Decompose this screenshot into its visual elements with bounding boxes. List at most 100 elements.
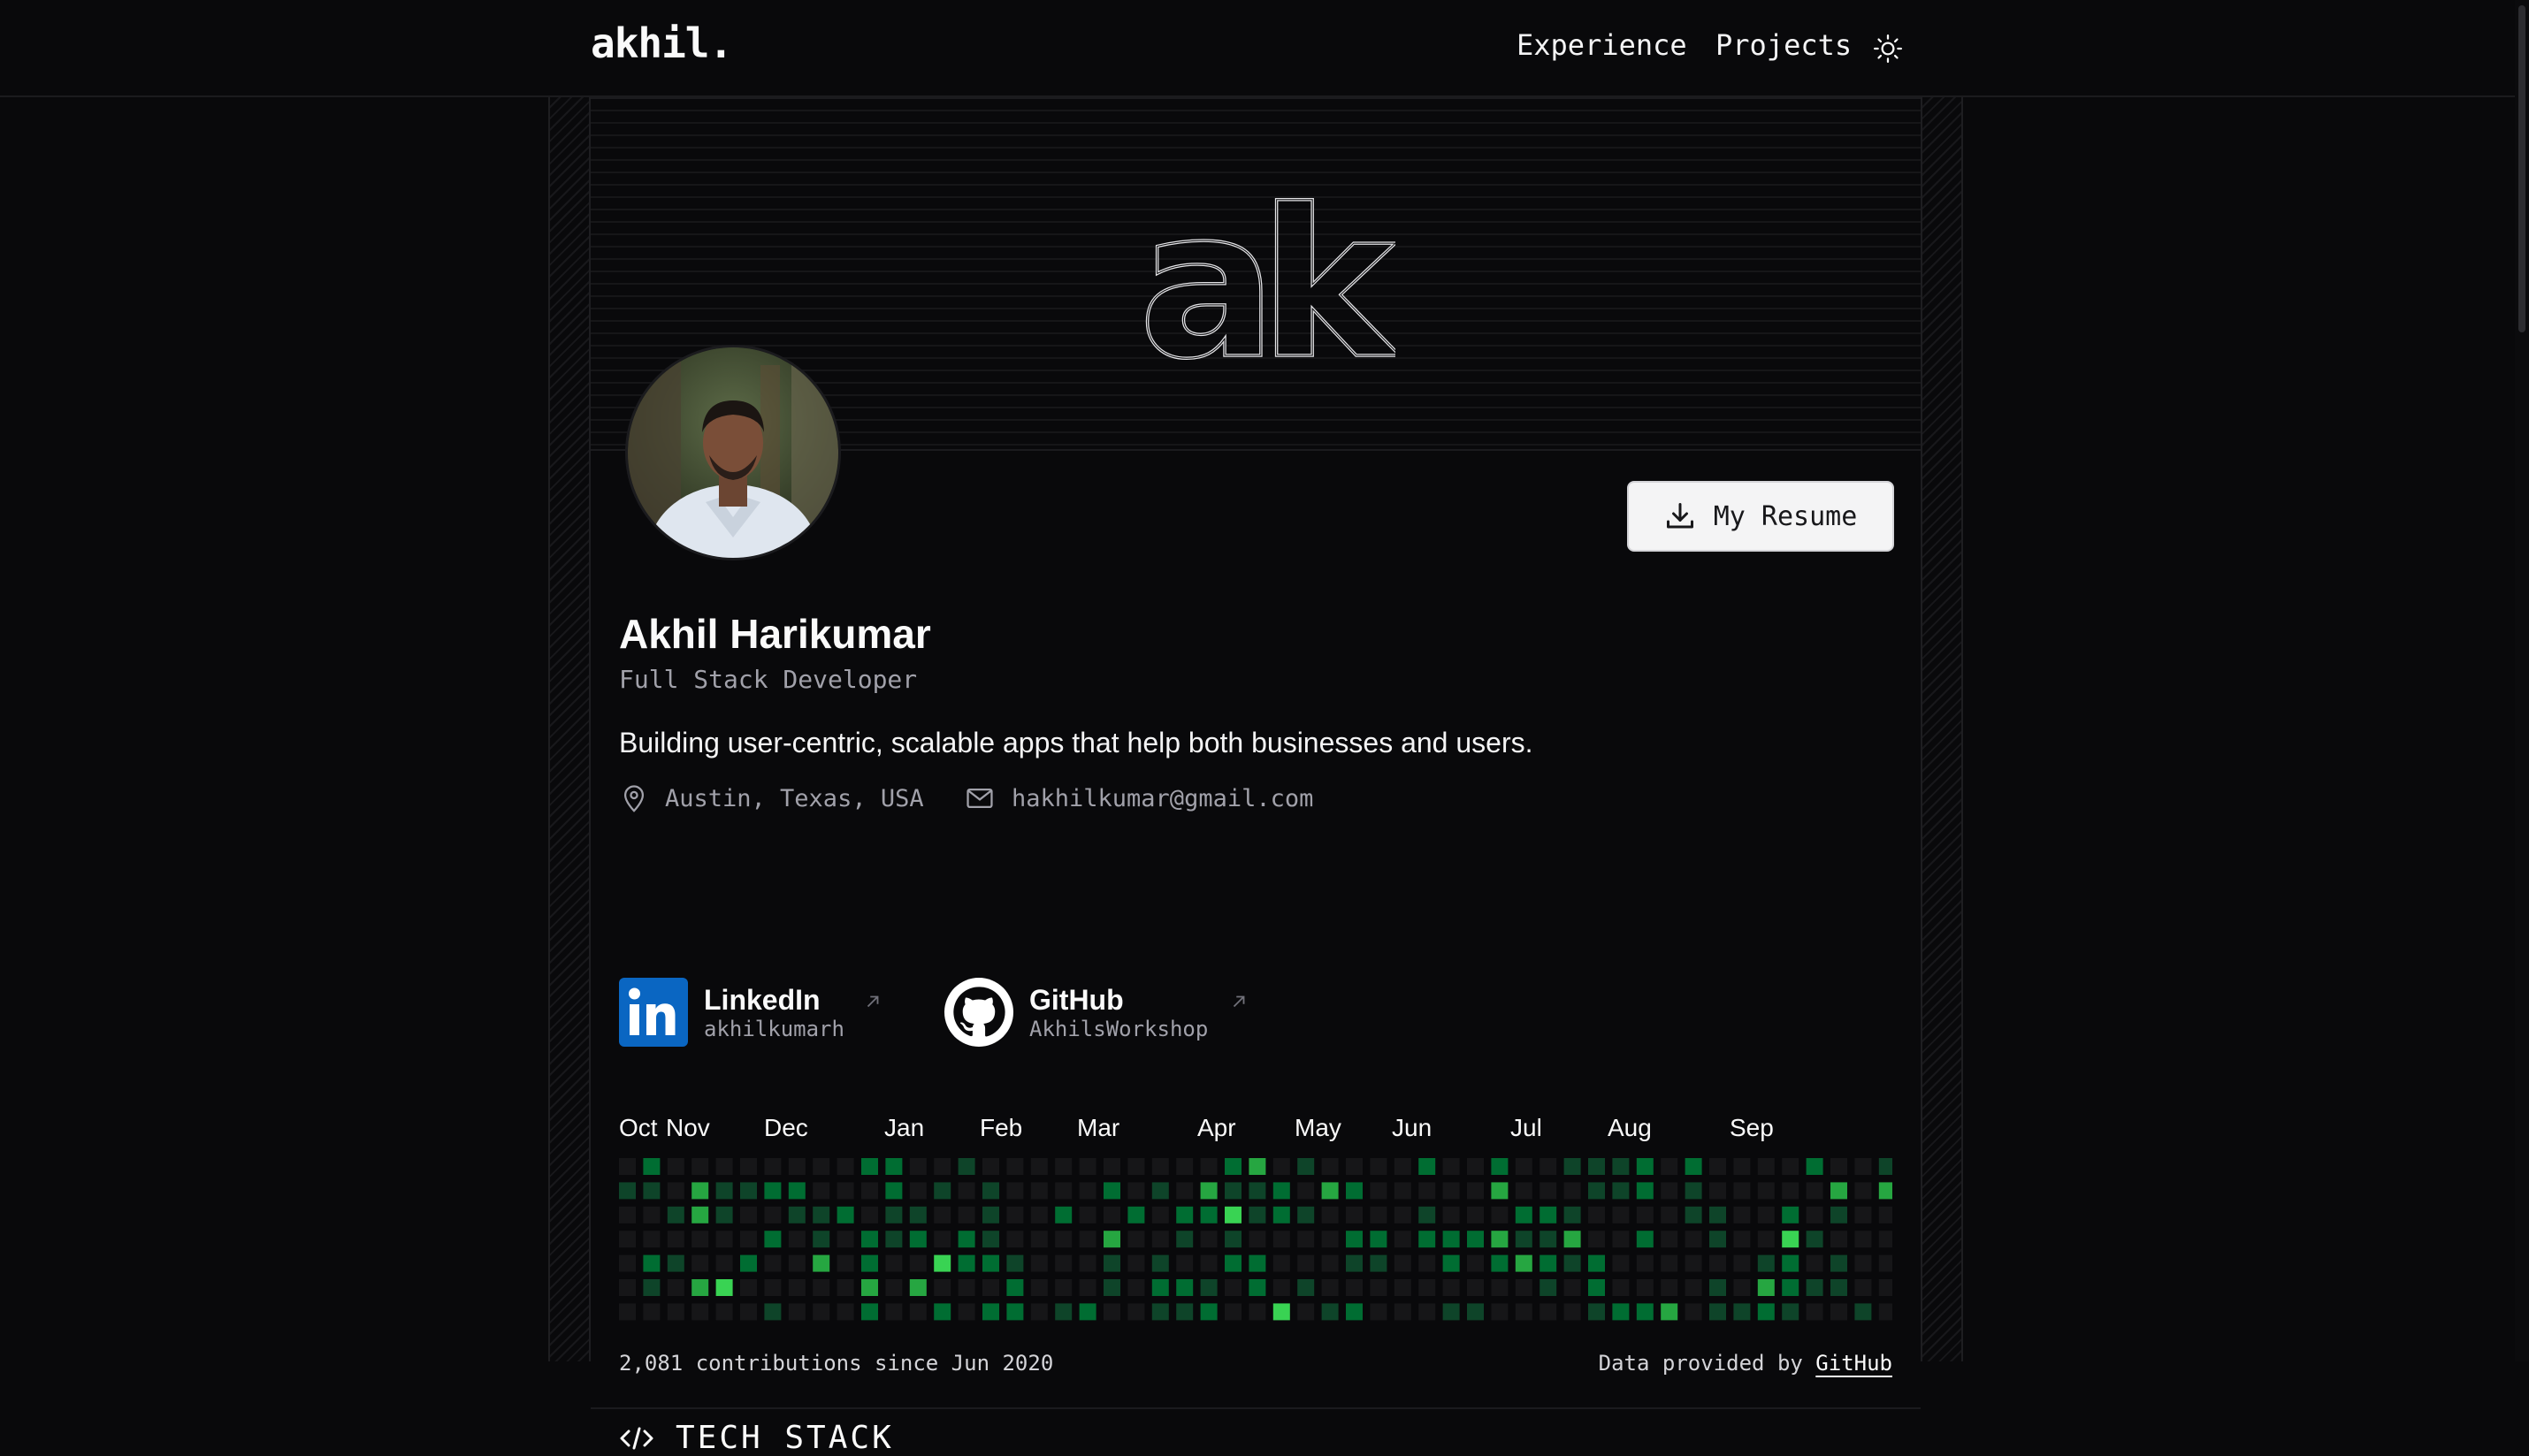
contribution-cell xyxy=(885,1231,903,1248)
external-link-arrow-icon xyxy=(867,995,879,1008)
contribution-cell xyxy=(788,1231,806,1248)
contribution-cell xyxy=(1878,1303,1892,1321)
linkedin-link[interactable]: LinkedIn akhilkumarh xyxy=(619,978,879,1047)
contribution-cell xyxy=(1079,1206,1096,1223)
contribution-cell xyxy=(740,1182,757,1200)
contribution-cell xyxy=(1442,1182,1460,1200)
contribution-cell xyxy=(1491,1254,1509,1272)
contribution-cell xyxy=(1418,1303,1436,1321)
contribution-cell xyxy=(1225,1254,1242,1272)
nav-experience-link[interactable]: Experience xyxy=(1517,28,1687,62)
contribution-cell xyxy=(982,1206,999,1223)
contribution-cell xyxy=(1006,1231,1024,1248)
sun-icon[interactable] xyxy=(1873,34,1903,64)
contribution-cell xyxy=(1151,1158,1169,1175)
left-decorative-rail xyxy=(548,97,591,1361)
contribution-cell xyxy=(934,1279,951,1296)
contribution-cell xyxy=(764,1279,782,1296)
contribution-cell xyxy=(1079,1158,1096,1175)
contribution-cell xyxy=(1854,1206,1872,1223)
nav-projects-link[interactable]: Projects xyxy=(1715,28,1852,62)
contribution-cell xyxy=(1249,1206,1266,1223)
github-link[interactable]: GitHub AkhilsWorkshop xyxy=(944,978,1245,1047)
contribution-cell xyxy=(861,1303,878,1321)
month-label: Jul xyxy=(1510,1114,1542,1141)
contribution-cell xyxy=(1588,1254,1605,1272)
contribution-cell xyxy=(1418,1254,1436,1272)
contribution-cell xyxy=(1249,1303,1266,1321)
contribution-cell xyxy=(1346,1182,1363,1200)
contribution-cell xyxy=(861,1279,878,1296)
contribution-cell xyxy=(1006,1254,1024,1272)
contribution-cell xyxy=(1127,1279,1145,1296)
email-item[interactable]: hakhilkumar@gmail.com xyxy=(964,783,1313,813)
contribution-cell xyxy=(1806,1303,1823,1321)
page-scrollbar[interactable] xyxy=(2515,0,2529,1361)
contribution-cell xyxy=(1830,1231,1847,1248)
contribution-cell xyxy=(1733,1158,1751,1175)
contribution-cell xyxy=(1540,1279,1557,1296)
linkedin-title: LinkedIn xyxy=(704,984,821,1016)
contribution-cell xyxy=(1272,1231,1290,1248)
contribution-cell xyxy=(1321,1182,1339,1200)
contribution-cell xyxy=(1346,1206,1363,1223)
contribution-cell xyxy=(1636,1303,1654,1321)
contribution-cell xyxy=(1079,1303,1096,1321)
contribution-cell xyxy=(982,1303,999,1321)
contribution-cell xyxy=(885,1182,903,1200)
contribution-cell xyxy=(1685,1182,1702,1200)
contribution-cell xyxy=(1176,1231,1194,1248)
month-label: Mar xyxy=(1077,1114,1120,1141)
contribution-cell xyxy=(1709,1279,1726,1296)
contribution-cell xyxy=(813,1303,830,1321)
contribution-cell xyxy=(861,1158,878,1175)
contribution-cell xyxy=(691,1158,709,1175)
contribution-cell xyxy=(1104,1182,1120,1200)
contribution-cell xyxy=(1225,1231,1242,1248)
contribution-cell xyxy=(958,1158,975,1175)
contribution-cell xyxy=(667,1158,684,1175)
email-text[interactable]: hakhilkumar@gmail.com xyxy=(1012,785,1313,812)
contribution-cell xyxy=(1127,1206,1145,1223)
contribution-cell xyxy=(1151,1303,1169,1321)
contribution-cell xyxy=(1878,1279,1892,1296)
contribution-cell xyxy=(1491,1279,1509,1296)
contribution-cell xyxy=(1612,1206,1630,1223)
contribution-cell xyxy=(1685,1303,1702,1321)
contribution-cell xyxy=(691,1254,709,1272)
contribution-cell xyxy=(1079,1279,1096,1296)
contribution-cell xyxy=(715,1182,733,1200)
contribution-cell xyxy=(861,1182,878,1200)
contribution-cell xyxy=(1079,1231,1096,1248)
contribution-cell xyxy=(1297,1231,1315,1248)
contribution-cell xyxy=(1200,1158,1218,1175)
contribution-cell xyxy=(1733,1279,1751,1296)
github-credit-link[interactable]: GitHub xyxy=(1815,1351,1892,1376)
contribution-cell xyxy=(1225,1279,1242,1296)
contribution-cell xyxy=(1830,1158,1847,1175)
contribution-cell xyxy=(1685,1206,1702,1223)
contribution-cell xyxy=(1515,1279,1532,1296)
contribution-cell xyxy=(1782,1303,1799,1321)
contribution-cell xyxy=(619,1206,636,1223)
scrollbar-thumb[interactable] xyxy=(2518,5,2525,332)
contribution-cell xyxy=(1612,1254,1630,1272)
site-logo[interactable]: akhil. xyxy=(591,19,733,67)
contribution-cell xyxy=(1782,1279,1799,1296)
contribution-cell xyxy=(1297,1158,1315,1175)
contribution-cell xyxy=(1200,1303,1218,1321)
profile-tagline: Building user-centric, scalable apps tha… xyxy=(619,727,1533,758)
contribution-cell xyxy=(740,1254,757,1272)
contribution-cell xyxy=(982,1231,999,1248)
contribution-cell xyxy=(1200,1182,1218,1200)
contribution-cell xyxy=(691,1182,709,1200)
contribution-cell xyxy=(1563,1279,1581,1296)
resume-download-button[interactable]: My Resume xyxy=(1627,481,1894,552)
contribution-cell xyxy=(1540,1303,1557,1321)
contribution-cell xyxy=(1127,1182,1145,1200)
contribution-cell xyxy=(982,1279,999,1296)
contribution-cell xyxy=(1151,1206,1169,1223)
contribution-cell xyxy=(1636,1206,1654,1223)
contribution-cell xyxy=(1709,1254,1726,1272)
contribution-cell xyxy=(1321,1158,1339,1175)
